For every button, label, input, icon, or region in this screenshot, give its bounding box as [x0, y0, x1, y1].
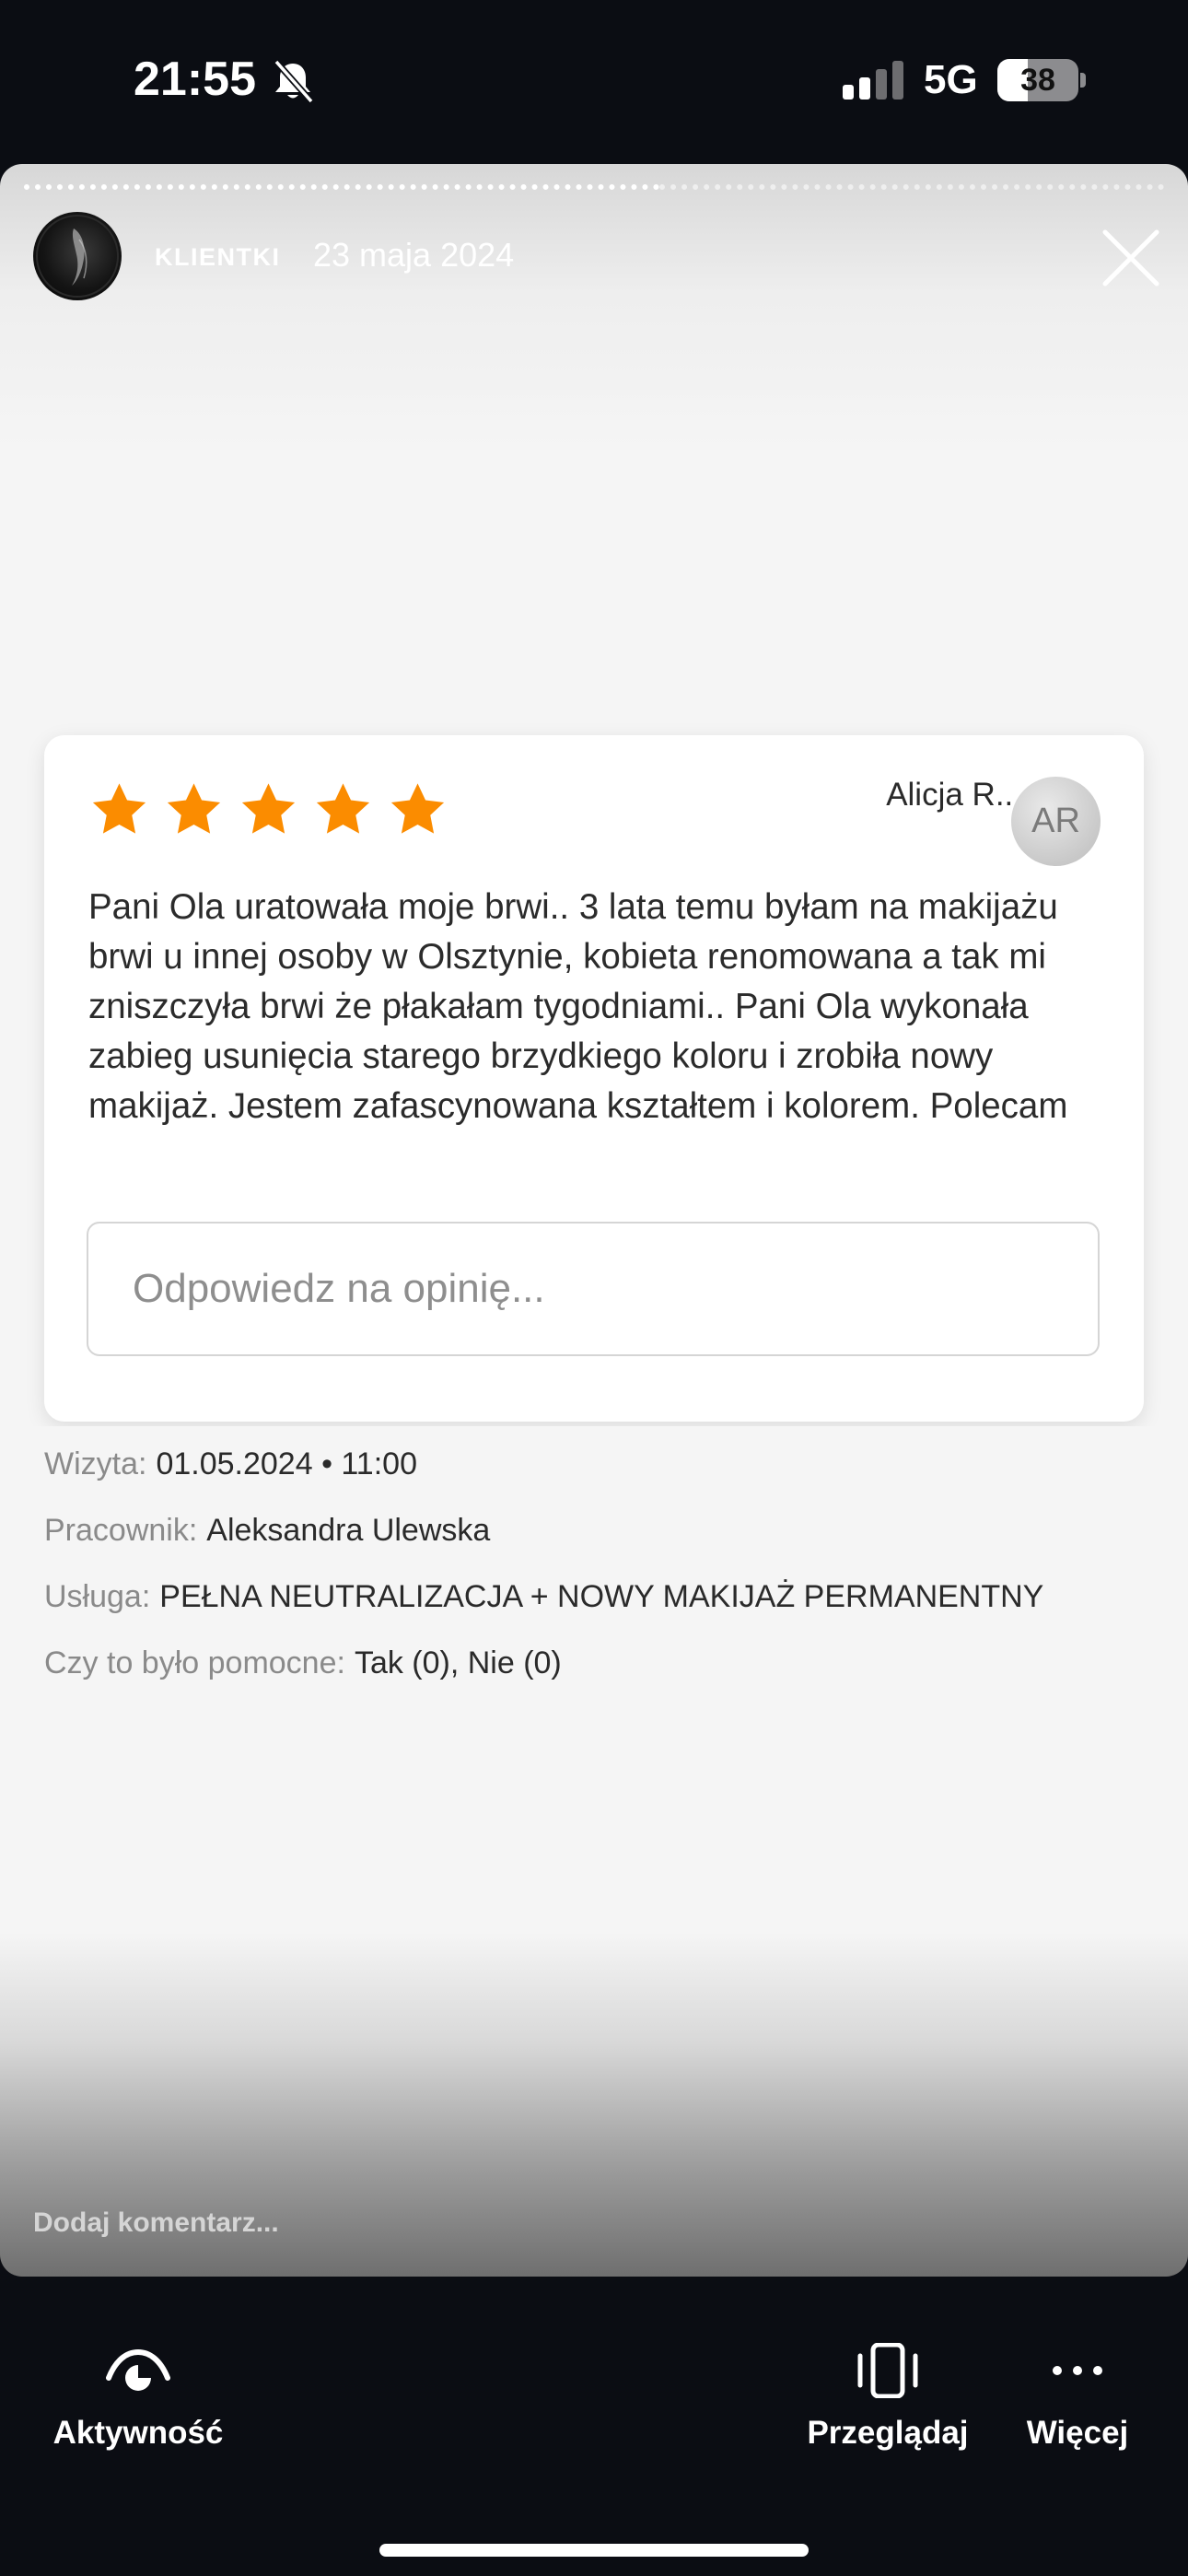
clock: 21:55: [134, 53, 256, 106]
activity-button[interactable]: Aktywność: [37, 2343, 239, 2452]
visit-row: Wizyta: 01.05.2024 • 11:00: [44, 1446, 417, 1482]
service-label: Usługa:: [44, 1579, 151, 1614]
battery-icon: 38: [997, 59, 1086, 101]
star-icon: [390, 783, 445, 834]
signal-icon: [843, 61, 903, 100]
employee-row: Pracownik: Aleksandra Ulewska: [44, 1513, 490, 1549]
more-button[interactable]: Więcej: [1013, 2343, 1142, 2452]
story-avatar[interactable]: [33, 212, 122, 300]
story-username[interactable]: KLIENTKI: [155, 243, 281, 272]
browse-label: Przeglądaj: [807, 2415, 969, 2451]
helpful-value[interactable]: Tak (0), Nie (0): [355, 1645, 562, 1680]
status-bar: 21:55 5G 38: [0, 0, 1188, 164]
story-progress-bar: [24, 184, 1164, 190]
employee-value: Aleksandra Ulewska: [206, 1513, 491, 1548]
review-text: Pani Ola uratowała moje brwi.. 3 lata te…: [88, 887, 1068, 1126]
star-rating: [88, 779, 448, 840]
visit-value: 01.05.2024 • 11:00: [156, 1446, 417, 1481]
star-icon: [241, 783, 296, 834]
star-icon: [92, 783, 146, 834]
story-view[interactable]: KLIENTKI 23 maja 2024 Alicja R... AR Pan…: [0, 164, 1188, 2277]
eye-icon: [106, 2348, 170, 2391]
star-icon: [316, 783, 370, 834]
reviewer-name: Alicja R...: [886, 777, 1022, 813]
bottom-bar: Aktywność Przeglądaj Więcej: [0, 2277, 1188, 2576]
star-icon: [167, 783, 221, 834]
more-label: Więcej: [1026, 2415, 1129, 2451]
service-row: Usługa: PEŁNA NEUTRALIZACJA + NOWY MAKIJA…: [44, 1579, 1043, 1615]
review-card: Alicja R... AR Pani Ola uratowała moje b…: [44, 735, 1144, 1422]
logo-icon: [36, 215, 119, 298]
reviewer-avatar: AR: [1011, 777, 1101, 866]
employee-label: Pracownik:: [44, 1513, 198, 1548]
battery-percent: 38: [1020, 63, 1055, 98]
network-type: 5G: [924, 57, 978, 102]
browse-icon: [857, 2343, 918, 2398]
comment-input[interactable]: [33, 2200, 678, 2246]
reply-input[interactable]: [87, 1222, 1100, 1356]
meta-section: Wizyta: 01.05.2024 • 11:00 Pracownik: Alek…: [0, 1426, 1188, 1723]
helpful-row[interactable]: Czy to było pomocne: Tak (0), Nie (0): [44, 1645, 562, 1681]
home-indicator[interactable]: [379, 2544, 809, 2557]
close-icon[interactable]: [1101, 228, 1160, 287]
activity-label: Aktywność: [52, 2415, 224, 2451]
bell-off-icon: [274, 59, 314, 104]
helpful-label: Czy to było pomocne:: [44, 1645, 345, 1680]
service-value: PEŁNA NEUTRALIZACJA + NOWY MAKIJAŻ PERMA…: [159, 1579, 1044, 1614]
story-date: 23 maja 2024: [313, 236, 515, 274]
visit-label: Wizyta:: [44, 1446, 147, 1481]
browse-button[interactable]: Przeglądaj: [798, 2343, 978, 2452]
more-icon: [1053, 2366, 1102, 2375]
